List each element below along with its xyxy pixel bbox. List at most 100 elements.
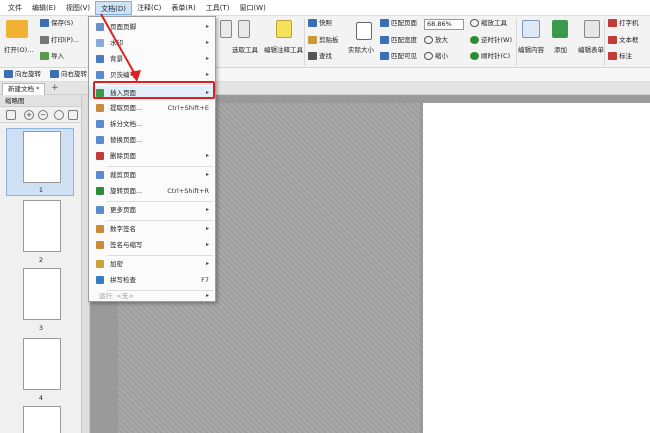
thumbnail-page-2[interactable] <box>23 200 61 252</box>
rotate-left-button[interactable]: 向左旋转 <box>4 70 41 79</box>
add-button[interactable]: 添加 <box>554 46 567 55</box>
delete-thumbnail-icon[interactable] <box>68 110 78 120</box>
menu-view[interactable]: 视图(V) <box>61 1 95 15</box>
menu-item-replace-pages[interactable]: 替换页面... <box>89 133 215 147</box>
menu-separator <box>107 255 213 256</box>
annotation-tool-icon[interactable] <box>276 20 292 38</box>
ribbon-separator <box>604 18 605 66</box>
actual-size-button[interactable]: 实际大小 <box>348 46 374 55</box>
zoom-in-thumbnail-icon[interactable]: + <box>24 110 34 120</box>
submenu-arrow-icon: ▸ <box>205 39 209 46</box>
menu-item-label: 拼写检查 <box>110 276 136 284</box>
edit-content-button[interactable]: 编辑内容 <box>518 46 544 55</box>
edit-form-icon[interactable] <box>584 20 600 38</box>
menu-item-label: 拆分文档... <box>110 120 143 128</box>
menu-item-digital-signature[interactable]: 数字签名 ▸ <box>89 222 215 236</box>
menu-window[interactable]: 窗口(W) <box>234 1 270 15</box>
zoom-in-button[interactable]: 放大 <box>424 36 448 45</box>
more-pages-icon <box>96 206 104 214</box>
menu-file[interactable]: 文件 <box>3 1 27 15</box>
print-button[interactable]: 打印(P)... <box>40 36 79 45</box>
digital-signature-icon <box>96 225 104 233</box>
submenu-arrow-icon: ▸ <box>205 55 209 62</box>
ribbon-separator <box>304 18 305 66</box>
document-page[interactable] <box>423 103 650 433</box>
menu-item-label: 旋转页面... <box>110 187 143 195</box>
menu-item-extract-pages[interactable]: 提取页面... Ctrl+Shift+E <box>89 101 215 115</box>
page-number-3: 3 <box>38 324 44 332</box>
thumbnail-page-5[interactable] <box>23 406 61 433</box>
menu-item-label: 数字签名 <box>110 225 136 233</box>
menu-form[interactable]: 表单(R) <box>166 1 200 15</box>
rotate-ccw-label: 逆时针(W) <box>481 36 512 44</box>
clipboard-button[interactable]: 剪贴板 <box>308 36 339 45</box>
add-tab-button[interactable]: + <box>51 82 59 94</box>
open-button[interactable]: 打开(O)... <box>4 46 33 55</box>
callout-icon <box>608 52 617 60</box>
magnifier-icon <box>470 19 479 27</box>
actual-size-icon[interactable] <box>356 22 372 40</box>
add-text-icon[interactable] <box>552 20 568 38</box>
import-icon <box>40 52 49 60</box>
replace-pages-icon <box>96 136 104 144</box>
edit-annotation-button[interactable]: 编辑注释工具 <box>264 46 303 55</box>
extract-pages-icon <box>96 104 104 112</box>
find-button[interactable]: 查找 <box>308 52 332 61</box>
menu-item-label: 加密 <box>110 260 123 268</box>
menu-item-split-document[interactable]: 拆分文档... <box>89 117 215 131</box>
submenu-arrow-icon: ▸ <box>205 23 209 30</box>
menu-item-more-pages[interactable]: 更多页面 ▸ <box>89 203 215 217</box>
textbox-button[interactable]: 文本框 <box>608 36 639 45</box>
textbox-label: 文本框 <box>619 36 639 44</box>
thumbnail-page-3[interactable] <box>23 268 61 320</box>
annotation-arrow-icon <box>100 13 141 82</box>
fit-width-button[interactable]: 匹配宽度 <box>380 36 417 45</box>
zoom-out-thumbnail-icon[interactable]: − <box>38 110 48 120</box>
menu-separator <box>107 166 213 167</box>
rotate-thumbnail-icon[interactable] <box>54 110 64 120</box>
select-tool-button[interactable]: 选取工具 <box>232 46 258 55</box>
menu-item-label: 替换页面... <box>110 136 143 144</box>
zoom-out-icon <box>424 52 433 60</box>
menu-item-rotate-pages[interactable]: 旋转页面... Ctrl+Shift+R <box>89 184 215 198</box>
rotate-ccw-button[interactable]: 逆时针(W) <box>470 36 512 45</box>
find-label: 查找 <box>319 52 332 60</box>
rotate-cw-button[interactable]: 顺时针(C) <box>470 52 510 61</box>
select-cursor-icon[interactable] <box>238 20 250 38</box>
zoom-out-button[interactable]: 缩小 <box>424 52 448 61</box>
submenu-arrow-icon: ▸ <box>205 225 209 232</box>
submenu-arrow-icon: ▸ <box>205 152 209 159</box>
typewriter-button[interactable]: 打字机 <box>608 19 639 28</box>
menu-edit[interactable]: 编辑(E) <box>27 1 61 15</box>
hand-tool-icon[interactable] <box>220 20 232 38</box>
settings-icon[interactable] <box>6 110 16 120</box>
menu-item-sign-initials[interactable]: 签名与缩写 ▸ <box>89 238 215 252</box>
lock-icon <box>96 260 104 268</box>
zoom-tool-label: 缩放工具 <box>481 19 507 27</box>
menu-item-shortcut: Ctrl+Shift+E <box>167 104 209 112</box>
typewriter-icon <box>608 19 617 27</box>
typewriter-label: 打字机 <box>619 19 639 27</box>
snapshot-button[interactable]: 快照 <box>308 19 332 28</box>
import-button[interactable]: 导入 <box>40 52 64 61</box>
fit-page-button[interactable]: 匹配页面 <box>380 19 417 28</box>
menu-item-encrypt[interactable]: 加密 ▸ <box>89 257 215 271</box>
edit-form-button[interactable]: 编辑表单 <box>578 46 604 55</box>
thumbnail-page-4[interactable] <box>23 338 61 390</box>
edit-content-icon[interactable] <box>522 20 540 38</box>
menu-item-crop-pages[interactable]: 裁剪页面 ▸ <box>89 168 215 182</box>
crop-icon <box>96 171 104 179</box>
zoom-select[interactable]: 68.86% <box>424 19 464 30</box>
menu-item-spell-check[interactable]: 拼写检查 F7 <box>89 273 215 287</box>
tab-new-document[interactable]: 新建文档 * <box>2 83 46 95</box>
thumbnail-page-1[interactable] <box>23 131 61 183</box>
rotate-right-button[interactable]: 向右旋转 <box>50 70 87 79</box>
menu-tools[interactable]: 工具(T) <box>201 1 235 15</box>
fit-visible-button[interactable]: 匹配可见 <box>380 52 417 61</box>
submenu-arrow-icon: ▸ <box>205 171 209 178</box>
save-button[interactable]: 保存(S) <box>40 19 73 28</box>
zoom-tool-button[interactable]: 缩放工具 <box>470 19 507 28</box>
submenu-arrow-icon: ▸ <box>205 241 209 248</box>
menu-item-delete-pages[interactable]: 删除页面 ▸ <box>89 149 215 163</box>
annotation-button[interactable]: 标注 <box>608 52 632 61</box>
